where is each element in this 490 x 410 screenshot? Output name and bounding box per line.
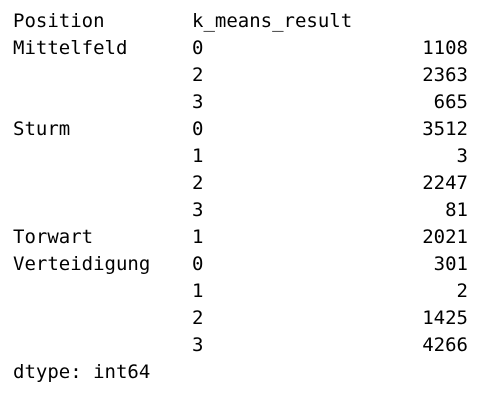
- count-value: 81: [445, 199, 468, 221]
- count-value: 665: [433, 91, 468, 113]
- cluster-label: 2: [192, 64, 204, 86]
- count-value: 2: [456, 280, 468, 302]
- count-value: 3512: [422, 118, 468, 140]
- series-output: Position k_means_result Mittelfeld 0 1108 2…: [0, 0, 490, 410]
- cluster-label: 3: [192, 91, 204, 113]
- cluster-label: 2: [192, 307, 204, 329]
- count-value: 4266: [422, 334, 468, 356]
- count-value: 2247: [422, 172, 468, 194]
- cluster-label: 1: [192, 226, 204, 248]
- cluster-label: 3: [192, 334, 204, 356]
- count-value: 3: [456, 145, 468, 167]
- position-label: Mittelfeld: [13, 37, 128, 59]
- cluster-label: 1: [192, 280, 204, 302]
- cluster-label: 0: [192, 253, 204, 275]
- count-value: 2021: [422, 226, 468, 248]
- cluster-label: 2: [192, 172, 204, 194]
- dtype-label: dtype: int64: [13, 361, 151, 383]
- count-value: 1425: [422, 307, 468, 329]
- position-label: Verteidigung: [13, 253, 151, 275]
- position-label: Sturm: [13, 118, 71, 140]
- count-value: 2363: [422, 64, 468, 86]
- position-label: Torwart: [13, 226, 94, 248]
- cluster-label: 0: [192, 118, 204, 140]
- index-header-position: Position: [13, 10, 105, 32]
- count-value: 301: [433, 253, 468, 275]
- cluster-label: 0: [192, 37, 204, 59]
- count-value: 1108: [422, 37, 468, 59]
- cluster-label: 1: [192, 145, 204, 167]
- index-header-k-means-result: k_means_result: [192, 10, 353, 32]
- cluster-label: 3: [192, 199, 204, 221]
